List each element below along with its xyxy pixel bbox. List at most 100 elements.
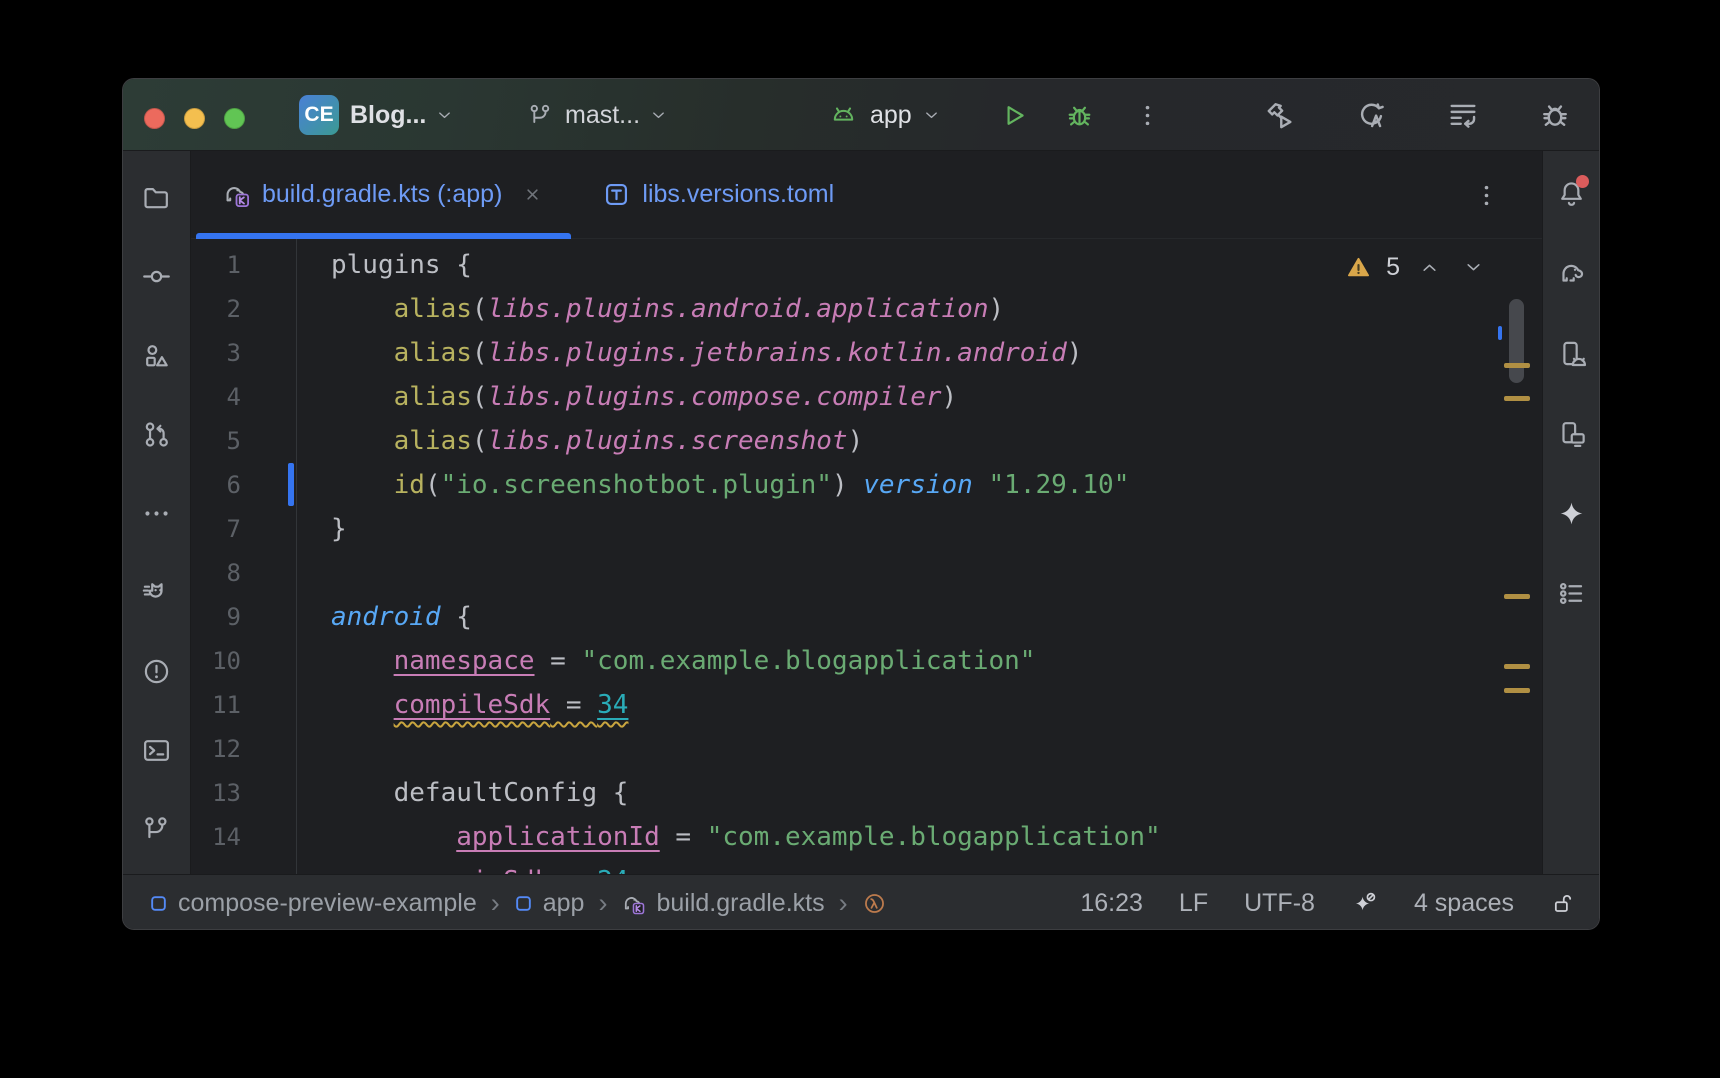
left-tool-window-bar (123, 151, 191, 874)
run-configuration-widget[interactable]: app (829, 93, 939, 137)
notifications-tool-button[interactable] (1547, 169, 1595, 217)
resource-manager-tool-button[interactable] (133, 331, 181, 379)
code-token (331, 294, 394, 324)
code-line: alias(libs.plugins.compose.compiler) (331, 375, 957, 419)
previous-problem-button[interactable] (1414, 252, 1444, 282)
error-stripe[interactable] (1497, 239, 1542, 874)
list-sync-icon (1446, 98, 1480, 132)
structure-icon (1556, 578, 1587, 609)
zoom-window-button[interactable] (224, 108, 245, 129)
build-analyzer-button[interactable] (1441, 93, 1485, 137)
code-line: applicationId = "com.example.blogapplica… (331, 815, 1161, 859)
pull-requests-tool-button[interactable] (133, 410, 181, 458)
chevron-down-icon (924, 108, 939, 123)
toolbar-right (1257, 93, 1577, 137)
editor-tab[interactable]: libs.versions.toml (576, 151, 860, 238)
breadcrumb-item[interactable]: build.gradle.kts (621, 889, 824, 918)
sync-button[interactable] (1349, 93, 1393, 137)
tabs: build.gradle.kts (:app)libs.versions.tom… (191, 151, 860, 238)
resource-manager-icon (141, 340, 172, 371)
chevron-down-icon (1465, 259, 1482, 276)
gemini-tool-button[interactable] (1547, 489, 1595, 537)
code-token: minSdk (456, 866, 550, 874)
code-token: alias (394, 338, 472, 368)
folder-tool-button[interactable] (133, 173, 181, 221)
problems-tool-button[interactable] (133, 647, 181, 695)
module-icon (514, 894, 533, 913)
code-token: alias (394, 294, 472, 324)
debug-button[interactable] (1057, 93, 1101, 137)
terminal-tool-button[interactable] (133, 726, 181, 774)
project-widget[interactable]: CE Blog... (287, 93, 464, 137)
stripe-warning-mark[interactable] (1504, 363, 1530, 368)
branch-widget[interactable]: mast... (515, 93, 678, 137)
terminal-icon (141, 735, 172, 766)
warning-highlight: 34 (597, 690, 628, 720)
code-token: ) (1067, 338, 1083, 368)
next-problem-button[interactable] (1458, 252, 1488, 282)
play-icon (998, 100, 1029, 131)
editor-tab[interactable]: build.gradle.kts (:app) (196, 151, 571, 238)
unlocked-padlock-icon[interactable] (1550, 891, 1575, 916)
editor-column: build.gradle.kts (:app)libs.versions.tom… (191, 151, 1542, 874)
line-number: 14 (191, 815, 241, 859)
device-manager-tool-button[interactable] (1547, 329, 1595, 377)
version-control-icon (141, 814, 172, 845)
stripe-warning-mark[interactable] (1504, 594, 1530, 599)
hammer-run-icon (1262, 98, 1296, 132)
line-number: 9 (191, 595, 241, 639)
encoding-widget[interactable]: UTF-8 (1244, 889, 1315, 918)
more-run-options-button[interactable] (1125, 93, 1169, 137)
code-token: = (535, 646, 582, 676)
breadcrumb-item[interactable] (862, 891, 887, 916)
caret-position-widget[interactable]: 16:23 (1080, 889, 1143, 918)
stripe-warning-mark[interactable] (1504, 688, 1530, 693)
code-token: ) (942, 382, 958, 412)
tab-options-button[interactable] (1464, 173, 1508, 217)
code-token: version (863, 470, 973, 500)
vcs-change-marker (288, 463, 294, 506)
code-line: alias(libs.plugins.android.application) (331, 287, 1004, 331)
breadcrumb-label: app (543, 889, 585, 918)
commit-tool-button[interactable] (133, 252, 181, 300)
branch-name: mast... (565, 101, 640, 130)
breadcrumb-item[interactable]: app (514, 889, 585, 918)
run-button[interactable] (991, 93, 1035, 137)
scrollbar-thumb[interactable] (1509, 299, 1524, 383)
ai-assistant-disabled-icon[interactable] (1351, 890, 1378, 917)
code-token: "com.example.blogapplication" (707, 822, 1161, 852)
stripe-warning-mark[interactable] (1504, 664, 1530, 669)
indent-widget[interactable]: 4 spaces (1414, 889, 1514, 918)
breadcrumbs: compose-preview-example›app›build.gradle… (149, 889, 887, 918)
version-control-tool-button[interactable] (133, 805, 181, 853)
line-number: 3 (191, 331, 241, 375)
close-tab-button[interactable] (519, 182, 545, 208)
editor-tab-bar: build.gradle.kts (:app)libs.versions.tom… (191, 151, 1542, 239)
gradle-tool-button[interactable] (1547, 249, 1595, 297)
close-window-button[interactable] (144, 108, 165, 129)
inspections-widget[interactable]: 5 (1345, 245, 1488, 289)
structure-tool-button[interactable] (1547, 569, 1595, 617)
more-tool-button[interactable] (133, 489, 181, 537)
line-number: 5 (191, 419, 241, 463)
code-editor[interactable]: 5 1plugins {2 alias(libs.plugins.android… (191, 239, 1542, 874)
build-button[interactable] (1257, 93, 1301, 137)
stripe-warning-mark[interactable] (1504, 396, 1530, 401)
code-token: = (550, 690, 597, 720)
code-token: id (394, 470, 425, 500)
code-token: ( (472, 426, 488, 456)
logcat-tool-button[interactable] (133, 568, 181, 616)
code-line: compileSdk = 34 (331, 683, 628, 727)
line-separator-widget[interactable]: LF (1179, 889, 1208, 918)
running-devices-tool-button[interactable] (1547, 409, 1595, 457)
minimize-window-button[interactable] (184, 108, 205, 129)
code-token: libs.plugins.android.application (488, 294, 989, 324)
lambda-icon (862, 891, 887, 916)
line-number: 6 (191, 463, 241, 507)
breadcrumb-item[interactable]: compose-preview-example (149, 889, 477, 918)
breadcrumb-separator: › (596, 890, 609, 917)
code-line: id("io.screenshotbot.plugin") version "1… (331, 463, 1129, 507)
profiler-button[interactable] (1533, 93, 1577, 137)
code-token (331, 778, 394, 808)
device-manager-icon (1556, 338, 1587, 369)
